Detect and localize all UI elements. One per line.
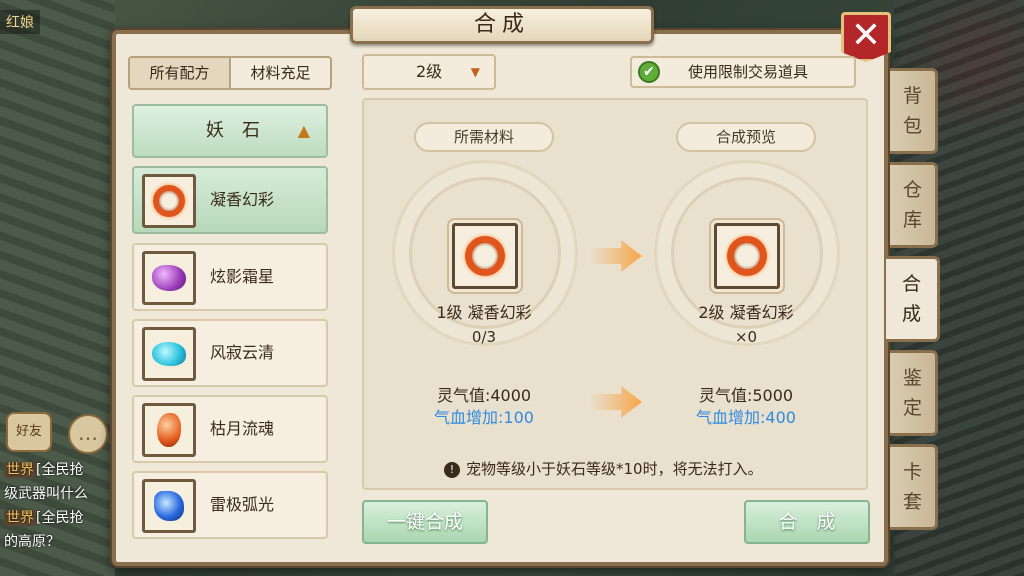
recipe-item-name: 炫影霜星 [210, 267, 275, 286]
output-item-count: ×0 [734, 328, 758, 346]
level-dropdown-value: 2级 [416, 62, 443, 81]
item-slot [142, 479, 196, 533]
blue-gem-icon [154, 491, 184, 521]
item-slot [142, 251, 196, 305]
caret-down-icon: ▼ [470, 65, 480, 79]
category-label: 妖石 [206, 120, 278, 141]
chat-line: 的高原？ [4, 534, 60, 550]
ring-gem-icon [153, 185, 185, 217]
ring-gem-icon [727, 236, 767, 276]
output-hp-bonus: 气血增加:400 [696, 408, 796, 427]
recipe-item-name: 凝香幻彩 [210, 190, 275, 209]
use-restricted-items-label: 使用限制交易道具 [688, 63, 809, 81]
level-warning: ! 宠物等级小于妖石等级*10时，将无法打入。 [444, 458, 763, 479]
orange-gem-icon [157, 413, 181, 447]
recipe-item[interactable]: 凝香幻彩 [132, 166, 328, 234]
tab-appraise[interactable]: 鉴定 [890, 350, 938, 436]
chat-line: 世界 [全民抢 [4, 510, 84, 526]
warning-icon: ! [444, 462, 460, 478]
output-item-name: 2级 凝香幻彩 [698, 303, 794, 322]
chevron-up-icon: ▲ [297, 121, 310, 140]
item-slot [142, 327, 196, 381]
purple-gem-icon [152, 265, 186, 291]
chat-channel-tag: 世界 [4, 510, 36, 526]
recipe-item[interactable]: 雷极弧光 [132, 471, 328, 539]
chat-line: 级武器叫什么 [4, 486, 88, 502]
checkmark-icon[interactable]: ✔ [638, 61, 660, 83]
input-item-name: 1级 凝香幻彩 [436, 303, 532, 322]
input-hp-bonus: 气血增加:100 [434, 408, 534, 427]
item-slot [142, 403, 196, 457]
recipe-item-name: 风寂云清 [210, 343, 275, 362]
compose-button[interactable]: 合 成 [744, 500, 870, 544]
required-materials-title: 所需材料 [414, 122, 554, 152]
chat-bubble-icon[interactable]: … [68, 414, 108, 454]
level-dropdown[interactable]: 2级 ▼ [362, 54, 496, 90]
input-spirit-value: 灵气值:4000 [436, 386, 532, 405]
tab-bag[interactable]: 背包 [890, 68, 938, 154]
one-click-compose-button[interactable]: 一键合成 [362, 500, 488, 544]
ring-gem-icon [465, 236, 505, 276]
warning-text: 宠物等级小于妖石等级*10时，将无法打入。 [466, 460, 763, 478]
use-restricted-items-toggle[interactable]: ✔ 使用限制交易道具 [630, 56, 856, 88]
output-preview-slot[interactable] [714, 223, 780, 289]
preview-title: 合成预览 [676, 122, 816, 152]
npc-name-label: 红娘 [0, 10, 40, 34]
category-header-yaoshi[interactable]: 妖石 ▲ [132, 104, 328, 158]
tab-enough-materials[interactable]: 材料充足 [231, 58, 330, 88]
chat-channel-tag: 世界 [4, 462, 36, 478]
close-button[interactable]: ✕ [841, 12, 891, 62]
tab-compose[interactable]: 合成 [886, 256, 940, 342]
item-slot [142, 174, 196, 228]
recipe-item[interactable]: 风寂云清 [132, 319, 328, 387]
tab-warehouse[interactable]: 仓库 [890, 162, 938, 248]
chat-log: 世界 [全民抢 级武器叫什么 世界 [全民抢 的高原？ [4, 458, 114, 554]
input-material-slot[interactable] [452, 223, 518, 289]
recipe-item-name: 枯月流魂 [210, 419, 275, 438]
input-item-count: 0/3 [471, 328, 497, 346]
friends-button[interactable]: 好友 [6, 412, 52, 452]
recipe-item[interactable]: 枯月流魂 [132, 395, 328, 463]
window-title: 合成 [350, 6, 654, 44]
cyan-gem-icon [152, 342, 186, 366]
recipe-item-name: 雷极弧光 [210, 495, 275, 514]
chat-line: 世界 [全民抢 [4, 462, 84, 478]
recipe-filter-tabs: 所有配方 材料充足 [128, 56, 332, 90]
output-spirit-value: 灵气值:5000 [698, 386, 794, 405]
recipe-item[interactable]: 炫影霜星 [132, 243, 328, 311]
tab-card-sleeve[interactable]: 卡套 [890, 444, 938, 530]
tab-all-recipes[interactable]: 所有配方 [130, 58, 229, 88]
